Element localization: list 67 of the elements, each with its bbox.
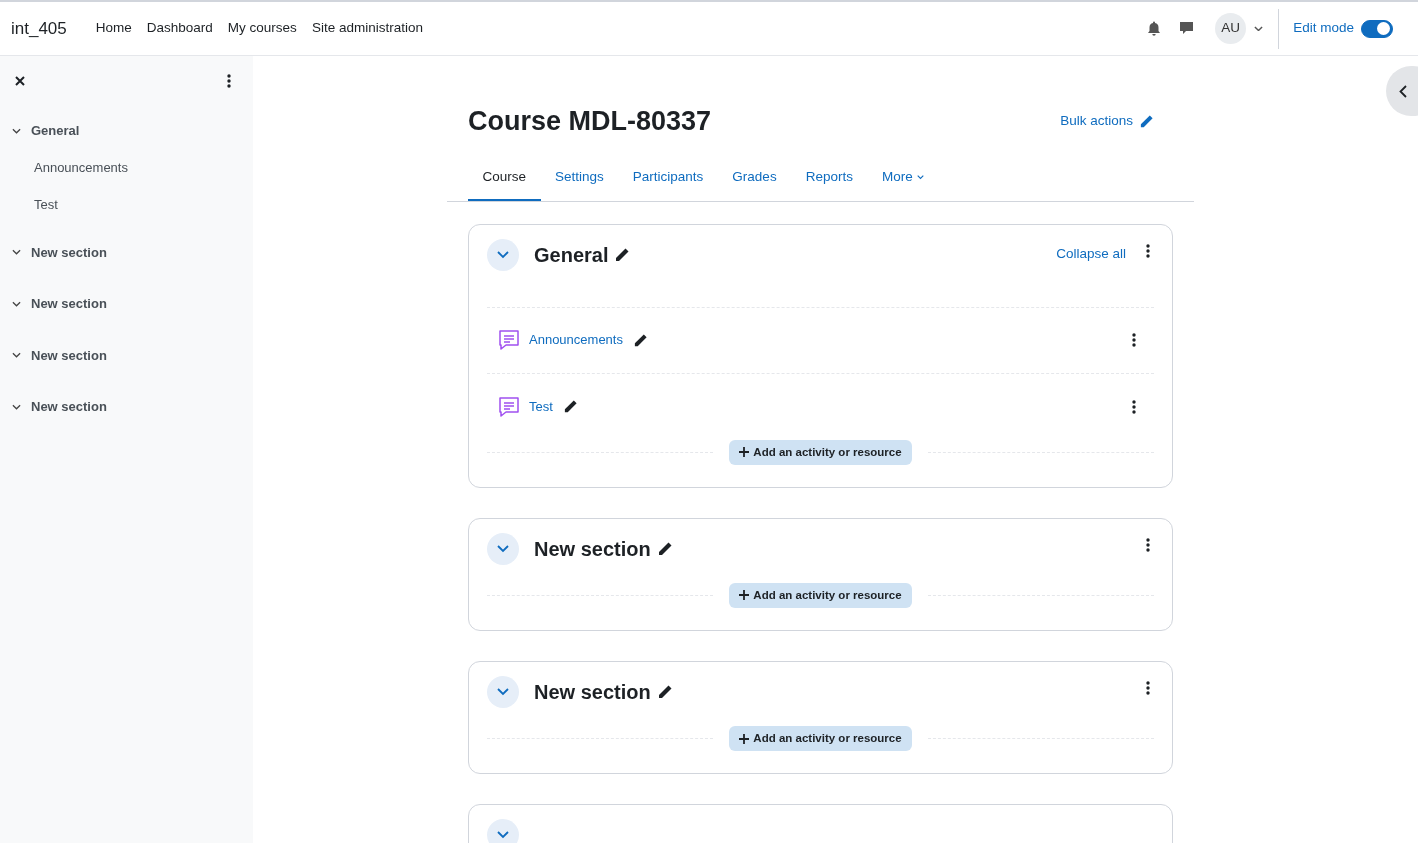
pencil-icon	[1139, 113, 1154, 129]
pencil-icon[interactable]	[656, 684, 673, 700]
pencil-icon[interactable]	[656, 540, 673, 557]
course-index-section[interactable]: New section	[31, 294, 107, 314]
chevron-down-icon	[1254, 25, 1264, 32]
chevron-down-icon	[497, 688, 509, 696]
course-tab[interactable]: Reports	[791, 156, 868, 201]
collapse-toggle[interactable]	[487, 819, 519, 843]
course-title: Course MDL-80337	[468, 105, 712, 138]
plus-icon	[739, 590, 750, 601]
close-icon[interactable]	[15, 76, 25, 86]
chevron-down-icon[interactable]	[12, 352, 21, 359]
chevron-down-icon[interactable]	[12, 249, 21, 256]
plus-icon	[739, 447, 750, 458]
collapse-all-link[interactable]: Collapse all	[1056, 244, 1126, 265]
bulk-actions-link[interactable]: Bulk actions	[1060, 111, 1154, 132]
add-activity-button[interactable]: Add an activity or resource	[729, 582, 912, 608]
course-index-item[interactable]: Announcements	[34, 157, 231, 177]
course-tab[interactable]: Settings	[540, 156, 619, 201]
speech-bubble-icon	[497, 328, 521, 352]
section-title: General	[534, 242, 609, 268]
pencil-icon[interactable]	[562, 399, 578, 414]
chevron-down-icon[interactable]	[12, 300, 21, 307]
chevron-down-icon	[497, 831, 509, 840]
course-index-item[interactable]: Test	[34, 195, 231, 215]
more-options-icon[interactable]	[1146, 243, 1150, 258]
nav-link[interactable]: Dashboard	[146, 18, 213, 39]
add-activity-button[interactable]: Add an activity or resource	[729, 726, 912, 752]
nav-link[interactable]: Site administration	[311, 18, 423, 39]
speech-bubble-icon	[497, 394, 521, 419]
more-options-icon[interactable]	[1132, 399, 1136, 414]
edit-mode-label: Edit mode	[1293, 19, 1354, 38]
course-index-section[interactable]: New section	[31, 242, 107, 262]
edit-mode-switch[interactable]	[1361, 19, 1393, 38]
bell-icon[interactable]	[1147, 21, 1162, 36]
site-name[interactable]: int_405	[11, 15, 67, 42]
chevron-down-icon	[497, 250, 509, 259]
course-tab[interactable]: Participants	[618, 156, 718, 201]
collapse-toggle[interactable]	[487, 238, 519, 271]
nav-link[interactable]: My courses	[227, 18, 297, 39]
more-options-icon[interactable]	[1132, 333, 1136, 347]
collapse-toggle[interactable]	[487, 532, 519, 565]
more-options-icon[interactable]	[1146, 681, 1150, 695]
activity-link[interactable]: Test	[529, 396, 553, 417]
chevron-down-icon	[497, 544, 509, 553]
course-index-section[interactable]: New section	[31, 397, 107, 417]
chevron-down-icon[interactable]	[12, 403, 21, 410]
section-title: New section	[534, 680, 651, 705]
course-tab[interactable]: Grades	[717, 156, 792, 201]
course-index-section[interactable]: New section	[31, 345, 107, 365]
user-avatar[interactable]: AU	[1215, 13, 1247, 44]
chevron-left-icon	[1399, 84, 1407, 98]
chevron-down-icon[interactable]	[12, 127, 21, 134]
section-title: New section	[534, 536, 651, 562]
add-activity-button[interactable]: Add an activity or resource	[729, 439, 912, 465]
course-index-section[interactable]: General	[31, 121, 80, 141]
pencil-icon[interactable]	[632, 332, 648, 348]
course-tab[interactable]: Course	[468, 156, 541, 201]
course-tab[interactable]: More	[867, 156, 939, 201]
activity-link[interactable]: Announcements	[529, 330, 623, 350]
plus-icon	[739, 733, 750, 744]
pencil-icon[interactable]	[614, 246, 631, 263]
more-options-icon[interactable]	[1146, 537, 1150, 552]
collapse-toggle[interactable]	[487, 676, 519, 708]
nav-link[interactable]: Home	[95, 18, 132, 39]
chat-icon[interactable]	[1179, 21, 1195, 36]
more-options-icon[interactable]	[227, 74, 231, 88]
